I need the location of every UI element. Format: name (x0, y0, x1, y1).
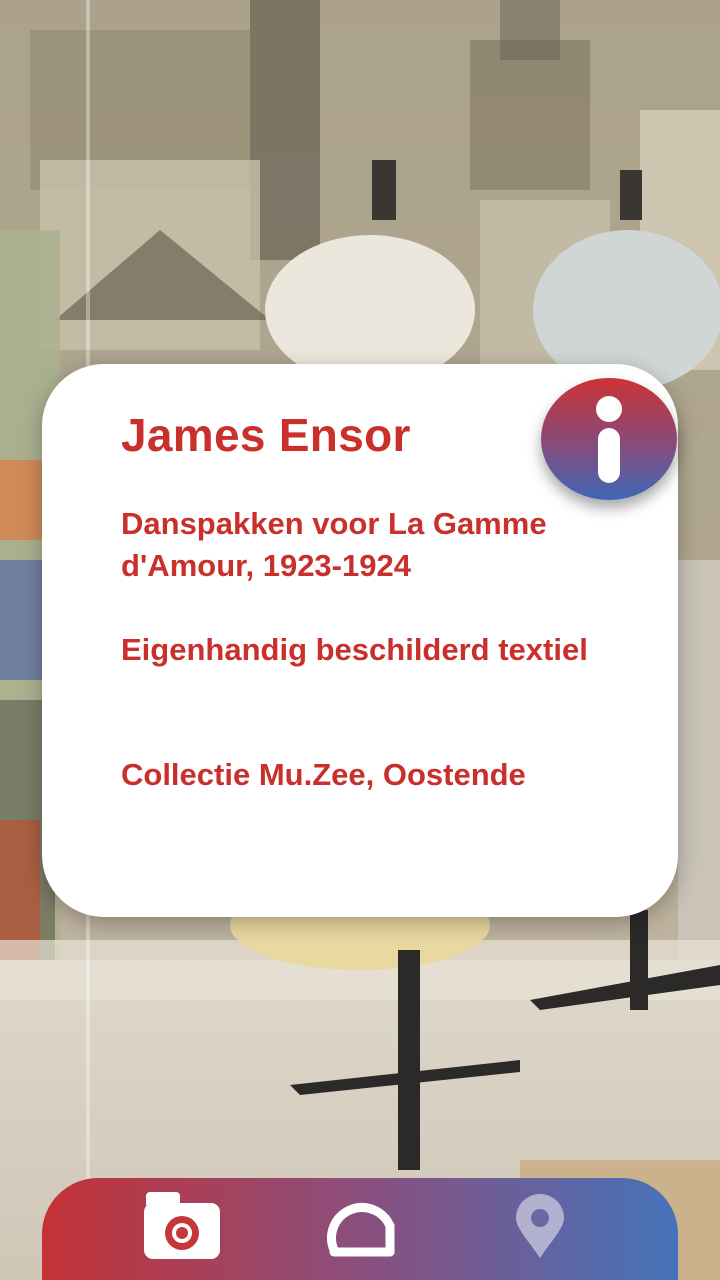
info-icon-dot (596, 396, 622, 422)
bottom-navigation-bar (42, 1178, 678, 1280)
ar-scan-button[interactable] (298, 1178, 418, 1280)
info-button[interactable] (541, 378, 677, 500)
artwork-medium: Eigenhandig beschilderd textiel (121, 632, 588, 667)
artist-name: James Ensor (121, 409, 411, 461)
artwork-collection: Collectie Mu.Zee, Oostende (121, 757, 526, 792)
location-pin-icon (516, 1194, 564, 1258)
info-icon-stem (598, 428, 620, 483)
artwork-title: Danspakken voor La Gamme d'Amour, 1923-1… (121, 506, 547, 583)
ar-scan-icon (327, 1203, 395, 1257)
app-screen: James Ensor Danspakken voor La Gamme d'A… (0, 0, 720, 1280)
camera-icon (144, 1192, 220, 1259)
camera-button[interactable] (122, 1178, 242, 1280)
location-button[interactable] (480, 1178, 600, 1280)
